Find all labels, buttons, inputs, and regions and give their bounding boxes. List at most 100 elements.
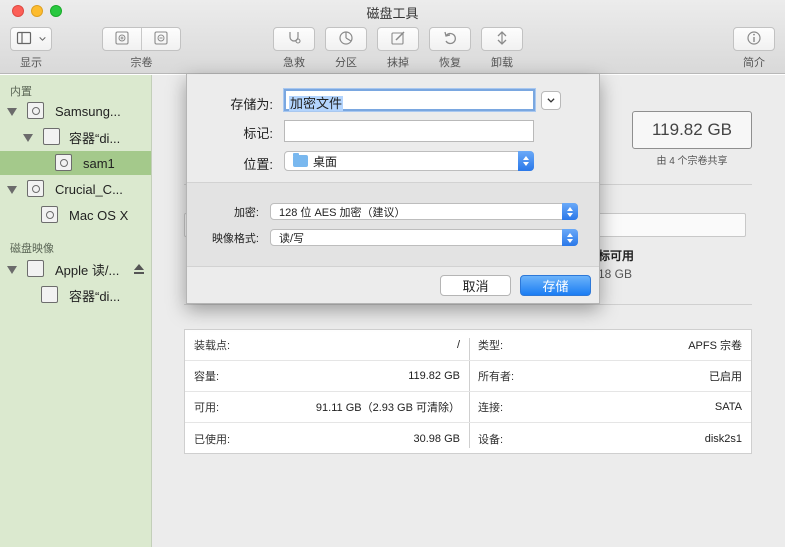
eject-icon[interactable] bbox=[134, 264, 144, 274]
erase-label: 抹掉 bbox=[387, 57, 409, 69]
encryption-label: 加密: bbox=[233, 207, 259, 219]
chevron-down-icon bbox=[38, 32, 47, 46]
sidebar-item-container[interactable]: 容器“di... bbox=[0, 125, 151, 149]
sidebar-toggle-icon bbox=[16, 30, 32, 49]
save-as-label: 存储为: bbox=[230, 97, 273, 112]
sidebar-item-samsung[interactable]: Samsung... bbox=[0, 99, 151, 123]
save-as-field[interactable]: 加密文件 bbox=[284, 89, 535, 111]
capacity-box: 119.82 GB bbox=[632, 111, 752, 149]
image-format-popup[interactable]: 读/写 bbox=[270, 229, 578, 246]
disclosure-triangle-icon[interactable] bbox=[7, 108, 17, 116]
info-icon bbox=[746, 30, 762, 49]
tags-label: 标记: bbox=[243, 126, 273, 141]
info-value: / bbox=[456, 339, 460, 351]
info-button[interactable] bbox=[733, 27, 775, 51]
sidebar-item-label: 容器“di... bbox=[69, 288, 121, 304]
capacity-shared-text: 由 4 个宗卷共享 bbox=[656, 156, 728, 167]
cancel-button[interactable]: 取消 bbox=[440, 275, 511, 296]
restore-arrow-icon bbox=[442, 30, 458, 49]
window-title: 磁盘工具 bbox=[366, 6, 419, 21]
info-value: SATA bbox=[714, 401, 742, 413]
partition-button[interactable] bbox=[325, 27, 367, 51]
disclosure-triangle-icon[interactable] bbox=[23, 134, 33, 142]
sidebar-item-label: Mac OS X bbox=[69, 207, 129, 223]
stethoscope-icon bbox=[286, 30, 302, 49]
info-column-right: 类型: APFS 宗卷 所有者: 已启用 连接: SATA 设备: disk2s… bbox=[469, 330, 751, 455]
toolbar: 磁盘工具 显示 宗卷 急救 分区 抹掉 恢复 卸载 简介 bbox=[0, 0, 785, 74]
info-value: 30.98 GB bbox=[413, 432, 460, 445]
info-row-available: 可用: 91.11 GB（2.93 GB 可清除） bbox=[185, 392, 469, 423]
sidebar: 内置 Samsung... 容器“di... sam1 Crucial_C...… bbox=[0, 75, 152, 547]
disclosure-triangle-icon[interactable] bbox=[7, 186, 17, 194]
info-value: disk2s1 bbox=[704, 432, 742, 445]
restore-button[interactable] bbox=[429, 27, 471, 51]
image-format-label: 映像格式: bbox=[211, 233, 259, 245]
info-table: 装载点: / 容量: 119.82 GB 可用: 91.11 GB（2.93 G… bbox=[184, 329, 752, 454]
sidebar-item-crucial[interactable]: Crucial_C... bbox=[0, 177, 151, 201]
hard-disk-icon bbox=[27, 180, 44, 197]
encryption-value: 128 位 AES 加密（建议） bbox=[279, 206, 406, 219]
first-aid-button[interactable] bbox=[273, 27, 315, 51]
divider bbox=[184, 304, 752, 305]
info-row-connection: 连接: SATA bbox=[469, 392, 751, 423]
info-row-owners: 所有者: 已启用 bbox=[469, 361, 751, 392]
sidebar-item-label: Samsung... bbox=[55, 103, 121, 119]
encryption-popup[interactable]: 128 位 AES 加密（建议） bbox=[270, 203, 578, 220]
image-format-value: 读/写 bbox=[279, 232, 305, 245]
sidebar-section-disk-images: 磁盘映像 bbox=[10, 243, 54, 255]
unmount-icon bbox=[494, 30, 510, 49]
sidebar-section-internal: 内置 bbox=[10, 86, 32, 98]
info-row-mount: 装载点: / bbox=[185, 330, 469, 361]
disclosure-triangle-icon[interactable] bbox=[7, 266, 17, 274]
popup-arrows-icon bbox=[562, 203, 578, 220]
info-value: 119.82 GB bbox=[408, 370, 460, 382]
expand-dialog-button[interactable] bbox=[541, 91, 561, 110]
save-image-sheet: 存储为: 加密文件 标记: 位置: 桌面 加密: 128 位 AES 加密（建议… bbox=[186, 74, 600, 304]
info-key: 类型: bbox=[478, 340, 504, 352]
display-button[interactable] bbox=[10, 27, 52, 51]
sidebar-item-label: Crucial_C... bbox=[55, 181, 123, 197]
info-key: 设备: bbox=[478, 433, 504, 446]
popup-arrows-icon bbox=[562, 229, 578, 246]
container-icon bbox=[41, 286, 58, 303]
info-value: APFS 宗卷 bbox=[688, 340, 742, 352]
sidebar-item-sam1[interactable]: sam1 bbox=[0, 151, 151, 175]
sheet-options-area: 加密: 128 位 AES 加密（建议） 映像格式: 读/写 bbox=[187, 182, 599, 267]
sidebar-item-label: sam1 bbox=[83, 155, 115, 171]
disk-image-icon bbox=[27, 260, 44, 277]
remove-volume-button[interactable] bbox=[142, 28, 181, 50]
volume-segmented-control bbox=[102, 27, 181, 51]
info-key: 已使用: bbox=[194, 433, 231, 446]
info-row-device: 设备: disk2s1 bbox=[469, 423, 751, 454]
sidebar-item-label: 容器“di... bbox=[69, 130, 121, 146]
first-aid-label: 急救 bbox=[283, 57, 305, 69]
unmount-button[interactable] bbox=[481, 27, 523, 51]
where-value: 桌面 bbox=[313, 154, 338, 169]
where-popup[interactable]: 桌面 bbox=[284, 151, 534, 171]
info-value: 91.11 GB（2.93 GB 可清除） bbox=[315, 402, 460, 414]
volume-icon bbox=[41, 206, 58, 223]
info-key: 所有者: bbox=[478, 371, 515, 383]
add-volume-icon bbox=[114, 30, 130, 49]
pie-chart-icon bbox=[338, 30, 354, 49]
tags-field[interactable] bbox=[284, 120, 534, 142]
save-button[interactable]: 存储 bbox=[520, 275, 591, 296]
sidebar-item-apple-image[interactable]: Apple 读/... bbox=[0, 257, 151, 281]
add-volume-button[interactable] bbox=[103, 28, 142, 50]
info-row-used: 已使用: 30.98 GB bbox=[185, 423, 469, 454]
sidebar-item-macosx[interactable]: Mac OS X bbox=[0, 203, 151, 227]
remove-volume-icon bbox=[153, 30, 169, 49]
display-label: 显示 bbox=[20, 57, 42, 69]
info-row-type: 类型: APFS 宗卷 bbox=[469, 330, 751, 361]
sidebar-item-label: Apple 读/... bbox=[55, 262, 120, 278]
popup-arrows-icon bbox=[518, 151, 534, 171]
erase-icon bbox=[390, 30, 406, 49]
info-key: 可用: bbox=[194, 402, 220, 414]
info-row-capacity: 容量: 119.82 GB bbox=[185, 361, 469, 392]
save-as-value: 加密文件 bbox=[289, 96, 344, 111]
erase-button[interactable] bbox=[377, 27, 419, 51]
chevron-down-icon bbox=[546, 94, 556, 108]
sidebar-item-image-container[interactable]: 容器“di... bbox=[0, 283, 151, 307]
info-label: 简介 bbox=[743, 57, 765, 69]
partition-label: 分区 bbox=[335, 57, 357, 69]
